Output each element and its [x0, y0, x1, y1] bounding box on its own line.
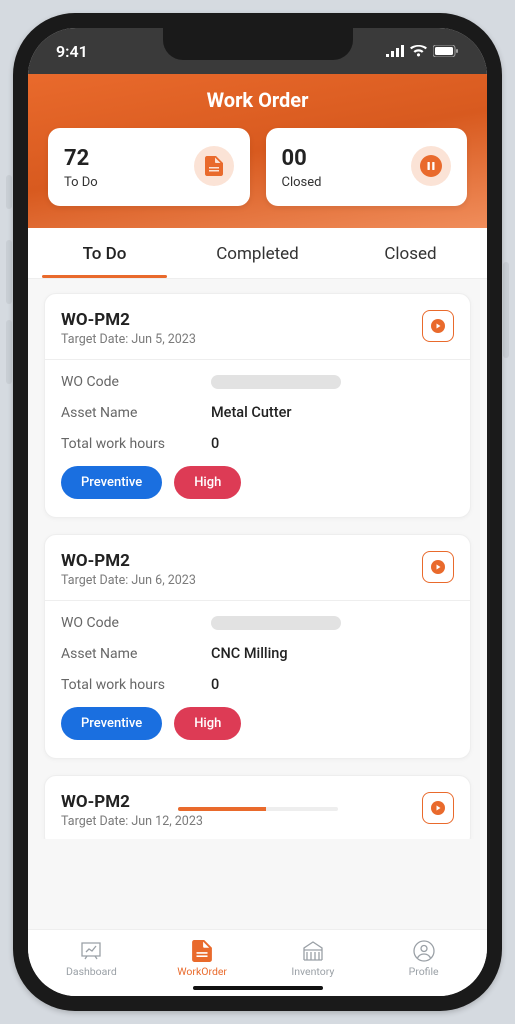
header-area: Work Order 72 To Do 00 Closed — [28, 74, 487, 228]
tabs: To Do Completed Closed — [28, 228, 487, 279]
hours-label: Total work hours — [61, 436, 211, 452]
wo-code-redacted — [211, 616, 341, 630]
priority-pill: High — [174, 707, 241, 740]
tab-completed[interactable]: Completed — [181, 228, 334, 278]
asset-value: Metal Cutter — [211, 404, 291, 421]
summary-count: 72 — [64, 146, 98, 171]
wo-code-label: WO Code — [61, 615, 211, 631]
hours-value: 0 — [211, 435, 219, 452]
summary-card-todo[interactable]: 72 To Do — [48, 128, 250, 206]
scroll-progress — [178, 807, 338, 811]
work-order-card[interactable]: WO-PM2 Target Date: Jun 5, 2023 WO Code … — [44, 293, 471, 518]
summary-label: Closed — [282, 175, 322, 190]
signal-icon — [386, 45, 404, 57]
wifi-icon — [410, 45, 427, 57]
priority-pill: High — [174, 466, 241, 499]
nav-label: Profile — [409, 965, 439, 978]
dashboard-icon — [36, 940, 147, 962]
pause-icon — [411, 146, 451, 186]
status-time: 9:41 — [56, 42, 88, 61]
nav-workorder[interactable]: WorkOrder — [147, 940, 258, 978]
wo-code-redacted — [211, 375, 341, 389]
tab-todo[interactable]: To Do — [28, 228, 181, 278]
wo-target-date: Target Date: Jun 12, 2023 — [61, 814, 203, 829]
summary-card-closed[interactable]: 00 Closed — [266, 128, 468, 206]
type-pill: Preventive — [61, 707, 162, 740]
phone-frame: 9:41 Work Order 72 To Do — [13, 13, 502, 1011]
asset-label: Asset Name — [61, 405, 211, 421]
battery-icon — [433, 45, 459, 57]
inventory-icon — [258, 940, 369, 962]
wo-code-label: WO Code — [61, 374, 211, 390]
start-button[interactable] — [422, 310, 454, 342]
asset-value: CNC Milling — [211, 645, 288, 662]
summary-label: To Do — [64, 175, 98, 190]
play-icon — [431, 560, 445, 574]
nav-label: Inventory — [291, 965, 334, 978]
nav-label: WorkOrder — [177, 965, 227, 978]
wo-title: WO-PM2 — [61, 310, 196, 330]
page-title: Work Order — [48, 88, 467, 112]
notch — [163, 28, 353, 60]
status-indicators — [386, 45, 459, 57]
nav-profile[interactable]: Profile — [368, 940, 479, 978]
home-indicator[interactable] — [193, 986, 323, 990]
file-icon — [194, 146, 234, 186]
start-button[interactable] — [422, 551, 454, 583]
play-icon — [431, 801, 445, 815]
workorder-icon — [147, 940, 258, 962]
nav-inventory[interactable]: Inventory — [258, 940, 369, 978]
profile-icon — [368, 940, 479, 962]
summary-row: 72 To Do 00 Closed — [48, 128, 467, 206]
work-order-card[interactable]: WO-PM2 Target Date: Jun 6, 2023 WO Code … — [44, 534, 471, 759]
nav-label: Dashboard — [66, 965, 117, 978]
wo-target-date: Target Date: Jun 5, 2023 — [61, 332, 196, 347]
hours-label: Total work hours — [61, 677, 211, 693]
hours-value: 0 — [211, 676, 219, 693]
screen: 9:41 Work Order 72 To Do — [28, 28, 487, 996]
tab-closed[interactable]: Closed — [334, 228, 487, 278]
nav-dashboard[interactable]: Dashboard — [36, 940, 147, 978]
type-pill: Preventive — [61, 466, 162, 499]
play-icon — [431, 319, 445, 333]
start-button[interactable] — [422, 792, 454, 824]
asset-label: Asset Name — [61, 646, 211, 662]
wo-target-date: Target Date: Jun 6, 2023 — [61, 573, 196, 588]
summary-count: 00 — [282, 146, 322, 171]
work-order-list[interactable]: WO-PM2 Target Date: Jun 5, 2023 WO Code … — [28, 279, 487, 839]
wo-title: WO-PM2 — [61, 551, 196, 571]
